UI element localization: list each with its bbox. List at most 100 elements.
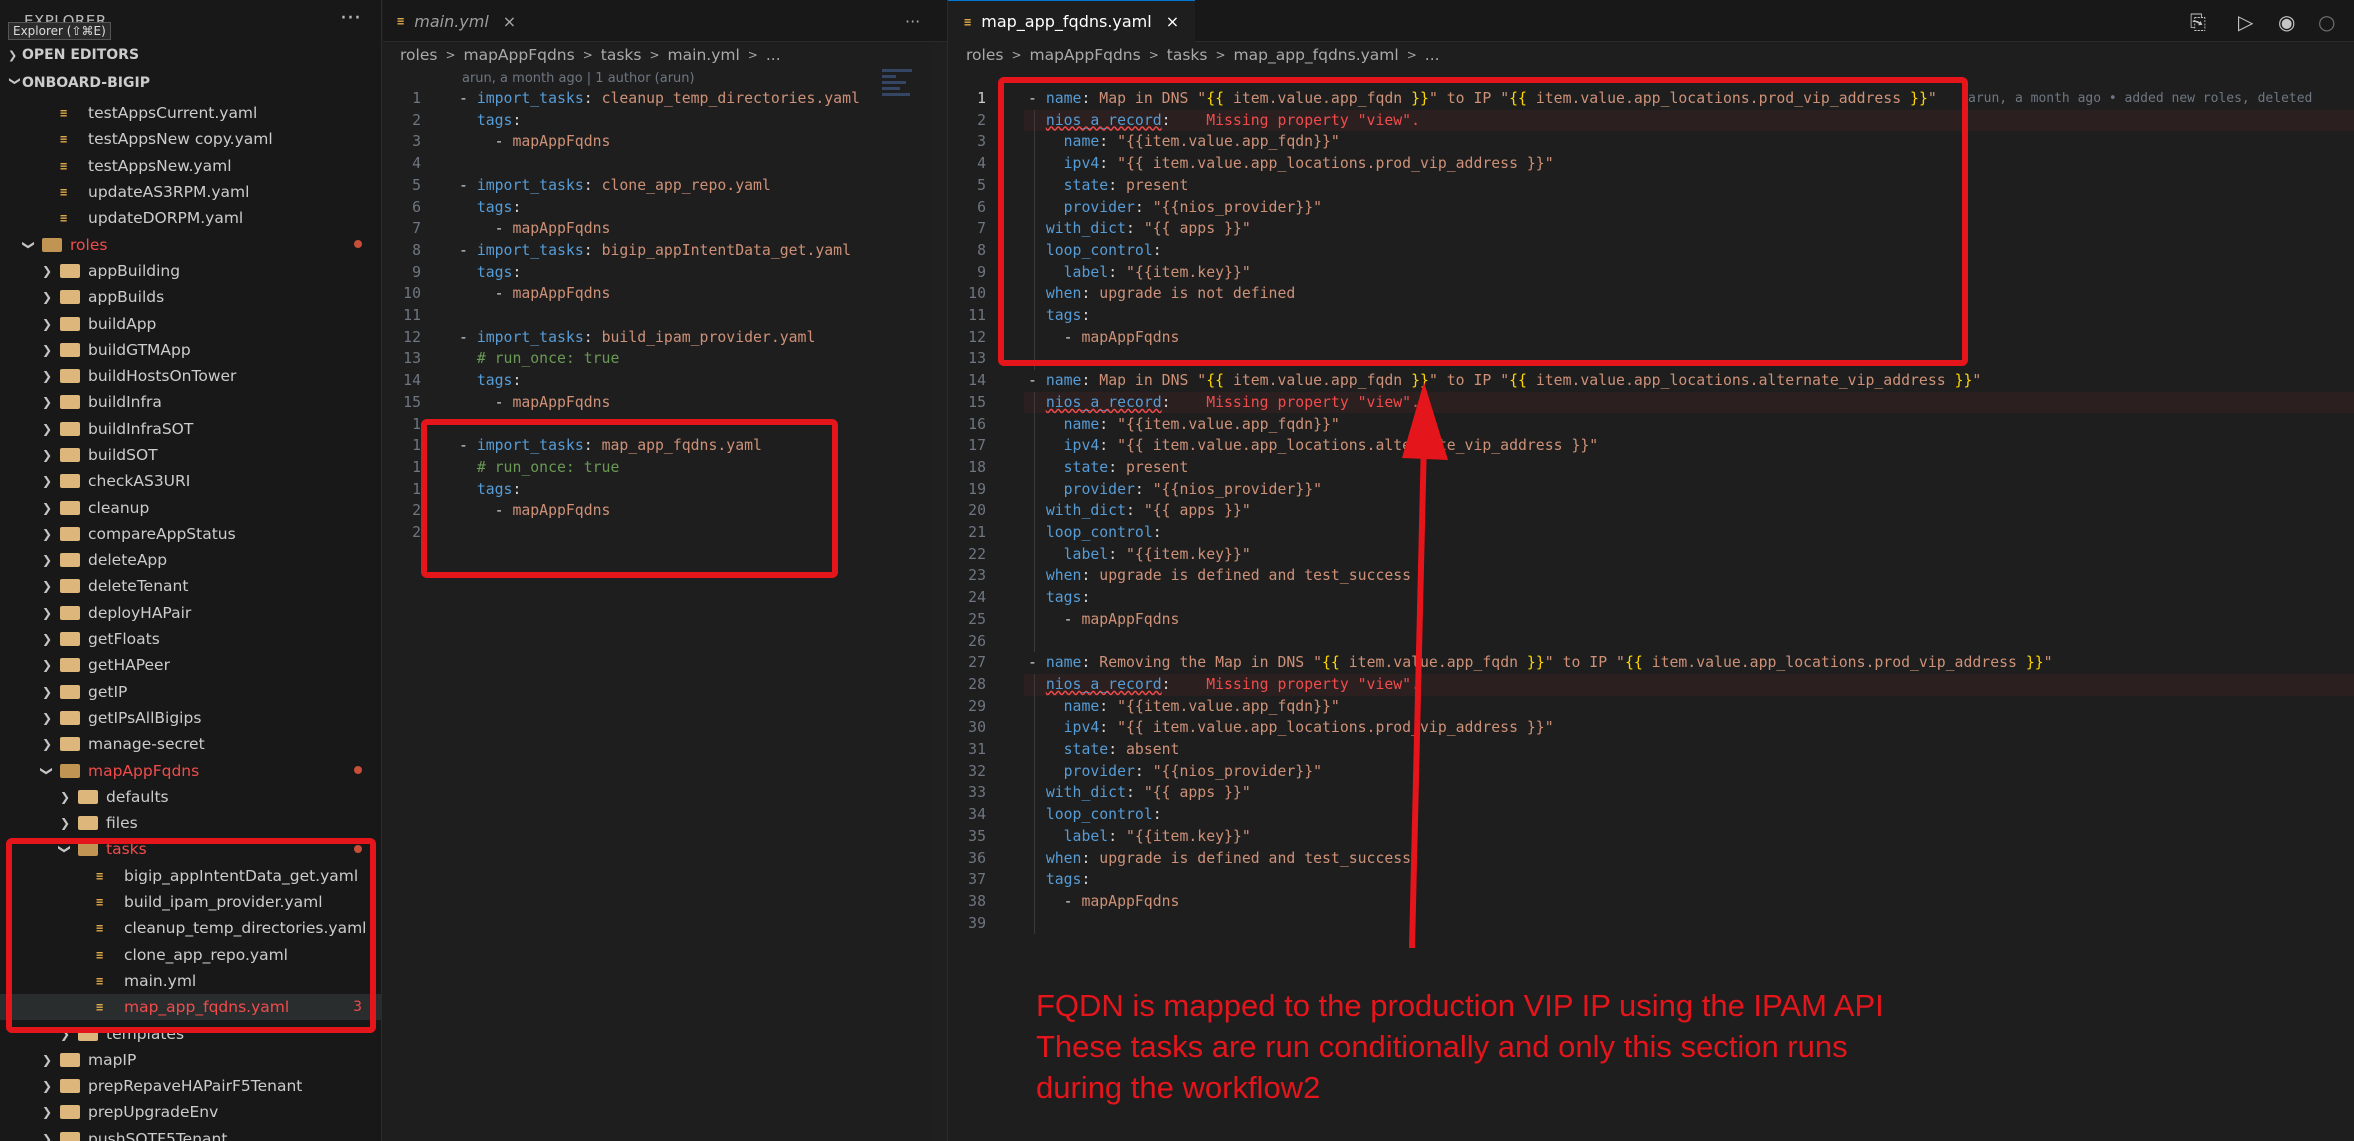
code-line: tags: — [1028, 869, 1091, 891]
yaml-file-icon: ≡ — [397, 14, 405, 28]
folder-item[interactable]: ❯ getFloats — [0, 626, 381, 652]
code-token: label — [1063, 827, 1109, 845]
folder-item[interactable]: ❯ appBuilds — [0, 284, 381, 310]
code-token: "{{ apps }}" — [1143, 784, 1251, 802]
code-token: - — [1028, 610, 1082, 628]
code-line: # run_once: true — [459, 348, 620, 370]
chevron-right-icon: ❯ — [41, 684, 53, 699]
breadcrumb-item[interactable]: tasks — [601, 46, 642, 64]
folder-item[interactable]: ❯ getHAPeer — [0, 652, 381, 678]
folder-item[interactable]: ❯ pushSOTF5Tenant — [0, 1126, 381, 1141]
line-number: 37 — [968, 871, 986, 889]
folder-item[interactable]: ❯ getIPsAllBigips — [0, 705, 381, 731]
workspace-section[interactable]: ❯ ONBOARD-BIGIP — [0, 70, 381, 96]
breadcrumb-item[interactable]: map_app_fqdns.yaml — [1234, 46, 1399, 64]
chevron-right-icon: ❯ — [41, 605, 53, 620]
folder-item[interactable]: ❯ manage-secret — [0, 731, 381, 757]
folder-item[interactable]: ❯ buildInfraSOT — [0, 416, 381, 442]
folder-item[interactable]: ❯ deleteApp — [0, 547, 381, 573]
left-scrollbar[interactable] — [930, 42, 948, 1141]
code-line: nios_a_record: Missing property "view". — [1028, 392, 1420, 414]
file-item[interactable]: ≡ testAppsNew.yaml — [0, 153, 381, 179]
folder-icon — [60, 1131, 80, 1141]
close-icon[interactable]: × — [503, 12, 516, 31]
chevron-down-icon: ❯ — [8, 76, 22, 86]
folder-item[interactable]: ❯ getIP — [0, 679, 381, 705]
folder-item[interactable]: ❯ roles — [0, 231, 381, 257]
line-number: 6 — [977, 198, 986, 216]
breadcrumb-item[interactable]: mapAppFqdns — [464, 46, 575, 64]
folder-item[interactable]: ❯ mapIP — [0, 1047, 381, 1073]
breadcrumb-item[interactable]: ... — [1425, 46, 1440, 64]
folder-item[interactable]: ❯ compareAppStatus — [0, 521, 381, 547]
breadcrumb-item[interactable]: roles — [966, 46, 1003, 64]
code-line: name: "{{item.value.app_fqdn}}" — [1028, 414, 1340, 436]
file-item[interactable]: ≡ testAppsCurrent.yaml — [0, 100, 381, 126]
code-line: tags: — [459, 110, 522, 132]
breadcrumb-item[interactable]: mapAppFqdns — [1030, 46, 1141, 64]
modified-dot-icon — [354, 240, 362, 249]
line-number: 12 — [403, 328, 421, 346]
code-line: provider: "{{nios_provider}}" — [1028, 761, 1322, 783]
code-line: - mapAppFqdns — [459, 218, 611, 240]
line-number: 16 — [968, 415, 986, 433]
code-token: - — [459, 241, 477, 259]
file-item[interactable]: ≡ updateAS3RPM.yaml — [0, 179, 381, 205]
folder-item[interactable]: ❯ buildApp — [0, 310, 381, 336]
line-number: 8 — [412, 241, 421, 259]
close-icon[interactable]: × — [1166, 12, 1179, 31]
code-token: provider — [1063, 762, 1135, 780]
code-line: provider: "{{nios_provider}}" — [1028, 479, 1322, 501]
run-icon[interactable]: ▷ — [2238, 10, 2253, 34]
file-item[interactable]: ≡ testAppsNew copy.yaml — [0, 126, 381, 152]
folder-item[interactable]: ❯ deleteTenant — [0, 573, 381, 599]
code-token: ipv4 — [1063, 437, 1100, 455]
code-token: cleanup_temp_directories.yaml — [601, 90, 860, 107]
line-number: 10 — [403, 285, 421, 303]
folder-item[interactable]: ❯ prepUpgradeEnv — [0, 1099, 381, 1125]
breadcrumb-item[interactable]: tasks — [1167, 46, 1208, 64]
folder-open-icon — [60, 763, 80, 778]
breadcrumb-item[interactable]: ... — [766, 46, 781, 64]
folder-item[interactable]: ❯ cleanup — [0, 494, 381, 520]
git-compare-icon[interactable]: ◉ — [2278, 10, 2295, 34]
breadcrumb-item[interactable]: roles — [400, 46, 437, 64]
explorer-more-icon[interactable]: ··· — [340, 6, 361, 31]
tab-map-app-fqdns[interactable]: ≡ map_app_fqdns.yaml × — [948, 0, 1196, 42]
tree-item-label: appBuilding — [88, 261, 181, 280]
tree-item-label: deleteTenant — [88, 577, 189, 596]
open-changes-icon[interactable]: ⎘ — [2190, 10, 2206, 34]
tree-item-label: pushSOTF5Tenant — [88, 1129, 228, 1141]
folder-item[interactable]: ❯ deployHAPair — [0, 600, 381, 626]
folder-item[interactable]: ❯ buildHostsOnTower — [0, 363, 381, 389]
code-token: "{{item.value.app_fqdn}}" — [1117, 415, 1340, 433]
open-editors-section[interactable]: ❯ OPEN EDITORS — [0, 42, 381, 68]
folder-icon — [60, 474, 80, 489]
folder-item[interactable]: ❯ appBuilding — [0, 258, 381, 284]
folder-item[interactable]: ❯ buildInfra — [0, 389, 381, 415]
breadcrumb-item[interactable]: main.yml — [668, 46, 740, 64]
folder-item[interactable]: ❯ checkAS3URI — [0, 468, 381, 494]
code-token: Removing the Map in DNS " — [1099, 654, 1323, 672]
folder-item[interactable]: ❯ mapAppFqdns — [0, 757, 381, 783]
folder-icon — [60, 553, 80, 568]
folder-item[interactable]: ❯ buildGTMApp — [0, 337, 381, 363]
tab-main-yml[interactable]: ≡ main.yml × — [397, 0, 516, 42]
folder-item[interactable]: ❯ files — [0, 810, 381, 836]
timeline-icon[interactable]: ○ — [2318, 10, 2335, 34]
annotation-text: FQDN is mapped to the production VIP IP … — [1036, 985, 2036, 1108]
folder-item[interactable]: ❯ prepRepaveHAPairF5Tenant — [0, 1073, 381, 1099]
folder-item[interactable]: ❯ buildSOT — [0, 442, 381, 468]
folder-item[interactable]: ❯ defaults — [0, 784, 381, 810]
minimap[interactable] — [882, 66, 918, 116]
file-item[interactable]: ≡ updateDORPM.yaml — [0, 205, 381, 231]
code-token: mapAppFqdns — [1081, 610, 1180, 628]
line-number: 2 — [977, 111, 986, 129]
left-editor-more-icon[interactable]: ··· — [905, 0, 920, 42]
code-token: : — [583, 90, 602, 107]
line-number: 5 — [412, 176, 421, 194]
annotation-arrow-icon — [1402, 382, 1448, 949]
